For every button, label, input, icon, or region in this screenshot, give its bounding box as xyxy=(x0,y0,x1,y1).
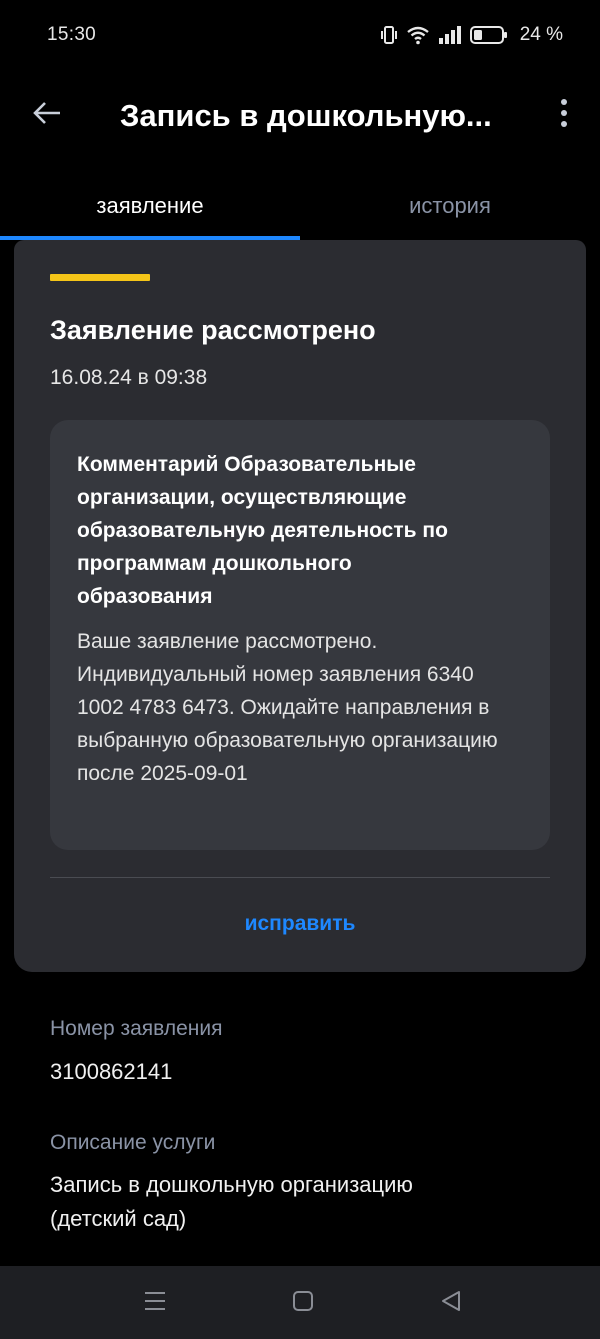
recent-apps-button[interactable] xyxy=(140,1288,170,1318)
menu-icon xyxy=(143,1290,167,1317)
vibrate-icon xyxy=(380,25,398,45)
battery-percent: 24 % xyxy=(519,24,563,45)
home-button[interactable] xyxy=(288,1288,318,1318)
tab-bar: заявление история xyxy=(0,172,600,240)
wifi-icon xyxy=(406,25,430,45)
status-time: 15:30 xyxy=(47,24,97,45)
signal-icon xyxy=(438,25,462,45)
screen: 15:30 24 % Запись в дошкольную... заявле… xyxy=(0,0,600,1339)
tab-label: история xyxy=(409,193,491,218)
comment-body: Ваше заявление рассмотрено. Индивидуальн… xyxy=(77,630,498,785)
page-title: Запись в дошкольную... xyxy=(120,98,492,133)
battery-icon xyxy=(469,25,508,45)
home-square-icon xyxy=(291,1289,315,1318)
more-vert-icon xyxy=(559,98,569,133)
arrow-left-icon xyxy=(32,101,62,130)
tab-label: заявление xyxy=(96,193,204,218)
status-accent-bar xyxy=(50,274,150,281)
back-triangle-icon xyxy=(439,1289,463,1318)
comment-box: Комментарий Образовательные организации,… xyxy=(50,420,550,850)
more-options-button[interactable] xyxy=(548,94,580,136)
status-icons: 24 % xyxy=(380,24,563,46)
application-number-value: 3100862141 xyxy=(50,1059,173,1084)
application-number-label: Номер заявления xyxy=(50,1017,223,1040)
service-description-value: Запись в дошкольную организацию (детский… xyxy=(50,1172,413,1231)
service-description-label: Описание услуги xyxy=(50,1131,216,1154)
app-bar: Запись в дошкольную... xyxy=(0,80,600,150)
fix-button[interactable]: исправить xyxy=(50,900,550,948)
divider xyxy=(50,877,550,878)
status-card: Заявление рассмотрено 16.08.24 в 09:38 К… xyxy=(14,240,586,972)
system-nav-bar xyxy=(0,1266,600,1339)
comment-heading: Комментарий Образовательные организации,… xyxy=(77,453,448,608)
status-date: 16.08.24 в 09:38 xyxy=(50,366,208,389)
back-button[interactable] xyxy=(26,94,68,136)
tab-application[interactable]: заявление xyxy=(0,172,300,240)
tab-history[interactable]: история xyxy=(300,172,600,240)
status-title: Заявление рассмотрено xyxy=(50,315,376,345)
status-bar: 15:30 24 % xyxy=(0,0,600,70)
system-back-button[interactable] xyxy=(436,1288,466,1318)
